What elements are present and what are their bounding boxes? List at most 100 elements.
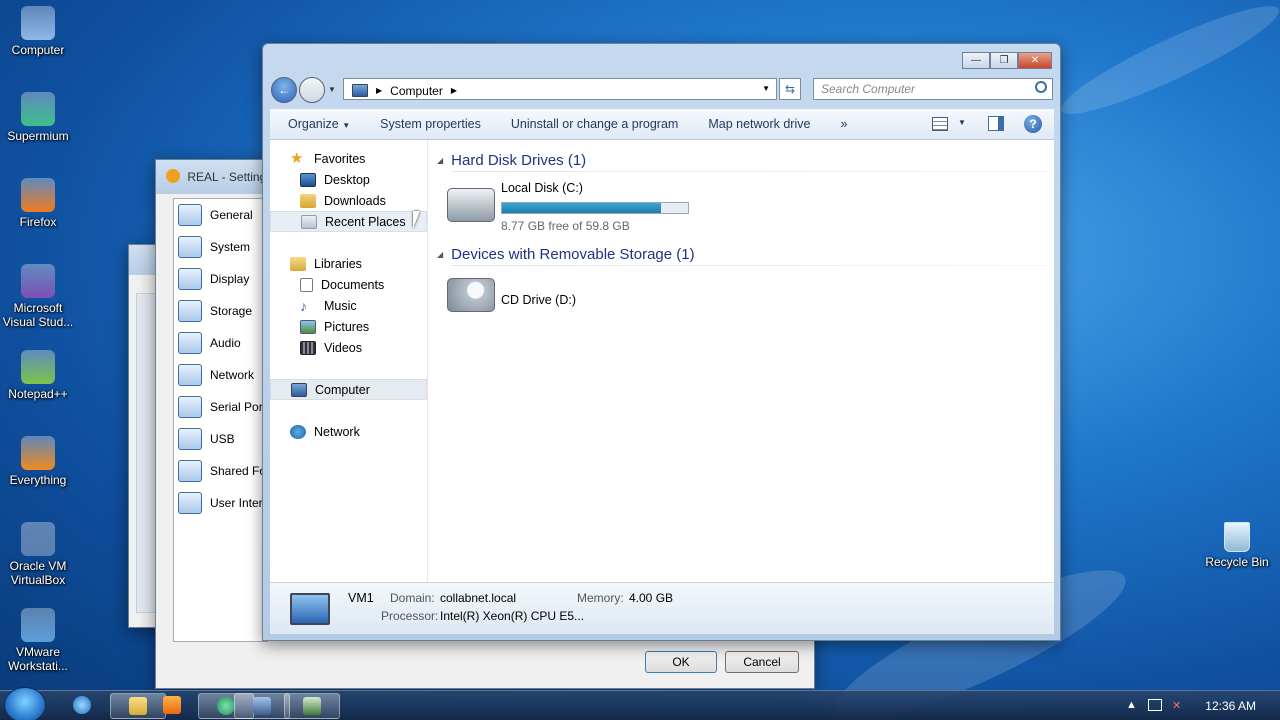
ok-button[interactable]: OK — [645, 651, 717, 673]
vm-screen-icon — [303, 697, 321, 715]
settings-category-item[interactable]: Network — [174, 359, 267, 391]
organize-button[interactable]: Organize ▼ — [288, 117, 350, 131]
search-input[interactable]: Search Computer — [813, 78, 1053, 100]
group-header-removable[interactable]: ◢ Devices with Removable Storage (1) — [437, 243, 1054, 265]
cancel-button[interactable]: Cancel — [725, 651, 799, 673]
drive-cd-d[interactable]: CD Drive (D:) — [437, 274, 1054, 330]
star-icon: ★ — [290, 149, 304, 167]
domain-value: collabnet.local — [440, 591, 517, 605]
nav-libraries[interactable]: Libraries — [270, 253, 427, 274]
settings-category-item[interactable]: Storage — [174, 295, 267, 327]
desktop-shortcut[interactable]: Supermium — [0, 92, 76, 143]
desktop-shortcut[interactable]: Microsoft Visual Stud... — [0, 264, 76, 329]
settings-category-label: Serial Ports — [210, 400, 267, 414]
nav-favorites-label: Favorites — [314, 151, 366, 166]
settings-category-label: System — [210, 240, 251, 254]
breadcrumb-computer[interactable]: Computer — [390, 84, 443, 98]
user-interface-icon — [178, 492, 202, 514]
collapse-triangle-icon[interactable]: ◢ — [437, 250, 443, 259]
taskbar-media-player-button[interactable] — [144, 693, 200, 719]
taskbar-virtualbox-button[interactable] — [234, 693, 290, 719]
organize-dropdown-icon: ▼ — [342, 121, 351, 130]
desktop-shortcut[interactable]: Firefox — [0, 178, 76, 229]
command-bar: Organize ▼ System properties Uninstall o… — [270, 108, 1054, 140]
music-icon: ♪ — [300, 297, 307, 314]
map-network-drive-button[interactable]: Map network drive — [708, 117, 810, 131]
desktop-shortcut[interactable]: VMware Workstati... — [0, 608, 76, 673]
nav-network-label: Network — [314, 424, 360, 439]
minimize-button[interactable]: — — [962, 52, 990, 69]
preview-pane-icon[interactable] — [988, 116, 1004, 131]
more-commands-button[interactable]: » — [840, 117, 847, 131]
settings-category-item[interactable]: General — [174, 199, 267, 231]
settings-category-item[interactable]: USB — [174, 423, 267, 455]
serial-port-icon — [178, 396, 202, 418]
drive-local-disk-c[interactable]: Local Disk (C:) 8.77 GB free of 59.8 GB — [437, 180, 1054, 236]
close-button[interactable]: ✕ — [1018, 52, 1052, 69]
nav-computer[interactable]: Computer — [270, 379, 427, 400]
group-header-hard-disks[interactable]: ◢ Hard Disk Drives (1) — [437, 149, 1054, 171]
display-icon — [178, 268, 202, 290]
nav-downloads[interactable]: Downloads — [270, 190, 427, 211]
wallpaper-streak — [1052, 0, 1280, 129]
desktop-shortcut[interactable]: Notepad++ — [0, 350, 76, 401]
settings-category-item[interactable]: Serial Ports — [174, 391, 267, 423]
notepadpp-icon — [21, 350, 55, 384]
settings-category-item[interactable]: Shared Folders — [174, 455, 267, 487]
nav-documents-label: Documents — [321, 277, 385, 292]
maximize-button[interactable]: ❐ — [990, 52, 1018, 69]
videos-icon — [300, 340, 316, 355]
nav-recent-places[interactable]: Recent Places — [270, 211, 427, 232]
settings-category-label: Shared Folders — [210, 464, 267, 478]
memory-value: 4.00 GB — [629, 591, 674, 605]
system-properties-button[interactable]: System properties — [380, 117, 481, 131]
start-button[interactable] — [4, 687, 46, 720]
uninstall-program-button[interactable]: Uninstall or change a program — [511, 117, 678, 131]
nav-computer-label: Computer — [315, 382, 370, 397]
recent-pages-dropdown-icon[interactable]: ▼ — [328, 85, 336, 94]
collapse-triangle-icon[interactable]: ◢ — [437, 156, 443, 165]
group-hard-disks-label: Hard Disk Drives (1) — [451, 151, 587, 169]
desktop-shortcut-label: Notepad++ — [8, 387, 68, 401]
taskbar-ie-button[interactable] — [54, 693, 110, 719]
address-dropdown-icon[interactable]: ▼ — [762, 84, 770, 93]
explorer-window[interactable]: — ❐ ✕ ← ▼ ▶ Computer ▶ ▼ ⇆ Search Comput… — [262, 43, 1061, 641]
nav-videos[interactable]: Videos — [270, 337, 427, 358]
refresh-button[interactable]: ⇆ — [779, 78, 801, 100]
nav-pictures[interactable]: Pictures — [270, 316, 427, 337]
settings-category-label: General — [210, 208, 253, 222]
desktop-shortcut[interactable]: Computer — [0, 6, 76, 57]
nav-music[interactable]: ♪ Music — [270, 295, 427, 316]
view-dropdown-icon[interactable]: ▼ — [958, 118, 966, 127]
volume-muted-icon[interactable]: ✕ — [1172, 699, 1181, 712]
address-bar[interactable]: ▶ Computer ▶ ▼ — [343, 78, 777, 100]
nav-favorites[interactable]: ★ Favorites — [270, 148, 427, 169]
caption-buttons: — ❐ ✕ — [962, 52, 1052, 69]
search-icon[interactable] — [1035, 81, 1047, 93]
settings-category-item[interactable]: System — [174, 231, 267, 263]
back-button[interactable]: ← — [271, 77, 297, 103]
desktop-shortcut-label: Supermium — [7, 129, 69, 143]
show-hidden-icons-button[interactable]: ▲ — [1126, 699, 1137, 711]
breadcrumb-separator-icon[interactable]: ▶ — [451, 86, 457, 95]
nav-desktop[interactable]: Desktop — [270, 169, 427, 190]
network-status-icon[interactable] — [1148, 699, 1162, 711]
nav-network[interactable]: Network — [270, 421, 427, 442]
recycle-bin[interactable]: Recycle Bin — [1199, 522, 1275, 569]
nav-documents[interactable]: Documents — [270, 274, 427, 295]
desktop-shortcut[interactable]: Everything — [0, 436, 76, 487]
help-icon[interactable]: ? — [1024, 115, 1042, 133]
system-clock[interactable]: 12:36 AM — [1205, 699, 1256, 713]
forward-button[interactable] — [299, 77, 325, 103]
settings-category-label: Storage — [210, 304, 253, 318]
desktop-shortcut[interactable]: Oracle VM VirtualBox — [0, 522, 76, 587]
change-view-icon[interactable] — [932, 117, 948, 131]
taskbar-vm-button[interactable] — [284, 693, 340, 719]
settings-category-item[interactable]: User Interface — [174, 487, 267, 519]
vmware-icon — [21, 608, 55, 642]
breadcrumb-separator-icon[interactable]: ▶ — [376, 86, 382, 95]
settings-category-item[interactable]: Display — [174, 263, 267, 295]
pictures-icon — [300, 319, 316, 334]
memory-label: Memory: — [577, 591, 624, 605]
settings-category-item[interactable]: Audio — [174, 327, 267, 359]
